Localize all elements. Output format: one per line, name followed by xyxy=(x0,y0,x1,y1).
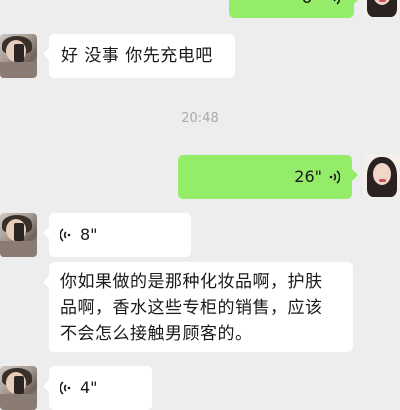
voice-wave-icon xyxy=(60,228,71,242)
voice-message-bubble[interactable]: 6" xyxy=(229,0,360,18)
message-line: 你如果做的是那种化妆品啊，护肤 xyxy=(60,272,323,292)
message-line: 不会怎么接触男顾客的。 xyxy=(60,324,253,344)
voice-wave-icon xyxy=(333,0,340,5)
contact-avatar[interactable] xyxy=(0,34,37,78)
message-line: 品啊，香水这些专柜的销售，应该 xyxy=(60,298,323,318)
message-text: 好 没事 你先充电吧 xyxy=(61,46,213,66)
contact-avatar[interactable] xyxy=(0,213,37,257)
voice-wave-icon xyxy=(60,381,71,395)
my-avatar[interactable] xyxy=(363,0,400,18)
voice-duration: 4" xyxy=(80,378,98,397)
voice-wave-icon xyxy=(329,170,340,184)
my-avatar[interactable] xyxy=(363,154,400,198)
timestamp: 20:48 xyxy=(181,111,219,126)
voice-duration: 8" xyxy=(80,225,98,244)
text-message-bubble[interactable]: 好 没事 你先充电吧 xyxy=(43,34,235,78)
contact-avatar[interactable] xyxy=(0,366,37,410)
voice-message-bubble[interactable]: 26" xyxy=(178,155,358,199)
voice-message-bubble[interactable]: 4" xyxy=(43,366,152,410)
text-message-bubble[interactable]: 你如果做的是那种化妆品啊，护肤 品啊，香水这些专柜的销售，应该 不会怎么接触男顾… xyxy=(43,262,353,352)
voice-duration: 26" xyxy=(294,167,322,186)
voice-message-bubble[interactable]: 8" xyxy=(43,213,191,257)
voice-duration: 6" xyxy=(301,0,320,11)
